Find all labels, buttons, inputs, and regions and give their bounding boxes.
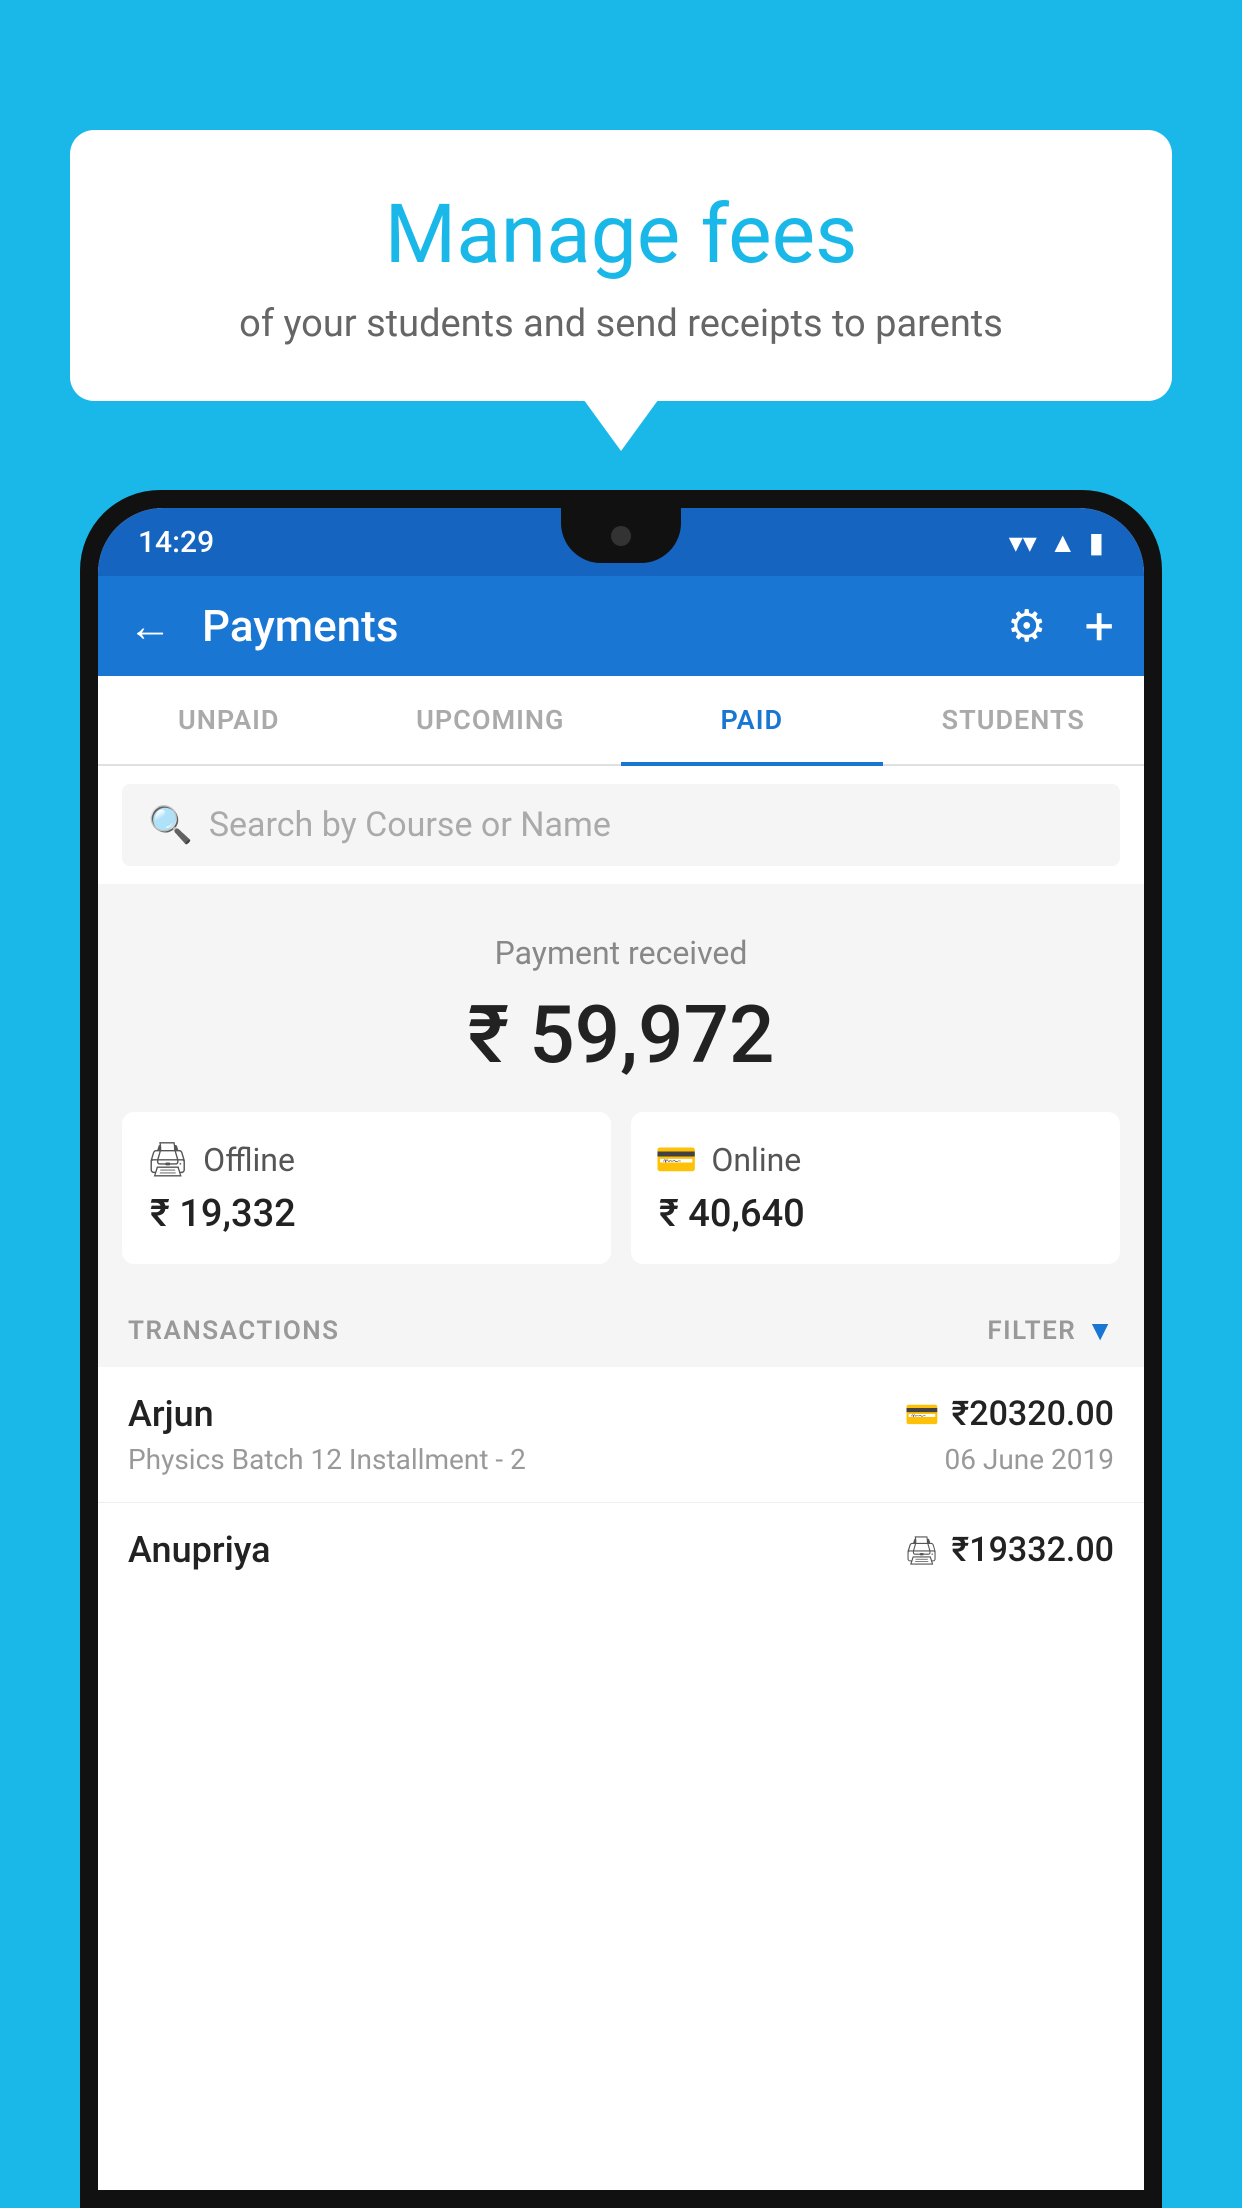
- offline-amount: ₹ 19,332: [150, 1192, 587, 1236]
- transaction-detail: Physics Batch 12 Installment - 2: [128, 1443, 526, 1476]
- filter-button[interactable]: FILTER ▼: [987, 1314, 1114, 1347]
- phone-inner: 14:29 ▾▾ ▲ ▮ ← Payments ⚙ + UNPAID UPCOM…: [98, 508, 1144, 2190]
- filter-label: FILTER: [987, 1316, 1076, 1346]
- payment-received-section: Payment received ₹ 59,972: [98, 884, 1144, 1112]
- tab-paid[interactable]: PAID: [621, 676, 883, 764]
- payment-received-label: Payment received: [98, 934, 1144, 972]
- tab-upcoming[interactable]: UPCOMING: [360, 676, 622, 764]
- search-box[interactable]: 🔍 Search by Course or Name: [122, 784, 1120, 866]
- transaction-row-partial: Anupriya 🖨 ₹19332.00: [98, 1503, 1144, 1595]
- speech-bubble: Manage fees of your students and send re…: [70, 130, 1172, 401]
- transaction-row: Arjun 💳 ₹20320.00 Physics Batch 12 Insta…: [98, 1367, 1144, 1503]
- status-time: 14:29: [138, 525, 214, 560]
- speech-bubble-container: Manage fees of your students and send re…: [70, 130, 1172, 401]
- transaction-amount-row-2: 🖨 ₹19332.00: [904, 1530, 1114, 1570]
- online-card-header: 💳 Online: [655, 1140, 1096, 1180]
- wifi-icon: ▾▾: [1009, 526, 1037, 559]
- tab-students[interactable]: STUDENTS: [883, 676, 1145, 764]
- transaction-name-2: Anupriya: [128, 1529, 271, 1571]
- search-icon: 🔍: [148, 804, 193, 846]
- transactions-header: TRANSACTIONS FILTER ▼: [98, 1294, 1144, 1367]
- camera-dot: [611, 526, 631, 546]
- payment-cards: 🖨 Offline ₹ 19,332 💳 Online ₹ 40,640: [98, 1112, 1144, 1294]
- phone-frame: 14:29 ▾▾ ▲ ▮ ← Payments ⚙ + UNPAID UPCOM…: [80, 490, 1162, 2208]
- settings-button[interactable]: ⚙: [1007, 600, 1046, 652]
- transaction-bottom: Physics Batch 12 Installment - 2 06 June…: [128, 1443, 1114, 1476]
- filter-icon: ▼: [1086, 1314, 1114, 1347]
- bubble-title: Manage fees: [120, 190, 1122, 280]
- app-header: ← Payments ⚙ +: [98, 576, 1144, 676]
- header-title: Payments: [202, 600, 987, 652]
- signal-icon: ▲: [1049, 526, 1077, 559]
- transaction-top: Arjun 💳 ₹20320.00: [128, 1393, 1114, 1435]
- status-icons: ▾▾ ▲ ▮: [1009, 526, 1104, 559]
- add-button[interactable]: +: [1084, 596, 1114, 657]
- transactions-label: TRANSACTIONS: [128, 1316, 340, 1346]
- tabs-bar: UNPAID UPCOMING PAID STUDENTS: [98, 676, 1144, 766]
- battery-icon: ▮: [1089, 526, 1104, 559]
- search-container: 🔍 Search by Course or Name: [98, 766, 1144, 884]
- online-label: Online: [711, 1141, 801, 1179]
- payment-received-amount: ₹ 59,972: [98, 988, 1144, 1082]
- status-bar: 14:29 ▾▾ ▲ ▮: [98, 508, 1144, 576]
- online-icon: 💳: [655, 1140, 697, 1180]
- transaction-name: Arjun: [128, 1393, 214, 1435]
- offline-label: Offline: [203, 1141, 295, 1179]
- transaction-top-2: Anupriya 🖨 ₹19332.00: [128, 1529, 1114, 1571]
- transaction-amount: ₹20320.00: [952, 1394, 1114, 1434]
- online-amount: ₹ 40,640: [659, 1192, 1096, 1236]
- transaction-date: 06 June 2019: [944, 1443, 1114, 1476]
- transaction-type-icon-2: 🖨: [904, 1534, 940, 1567]
- back-button[interactable]: ←: [128, 600, 172, 652]
- offline-icon: 🖨: [146, 1140, 189, 1180]
- search-input[interactable]: Search by Course or Name: [209, 805, 611, 845]
- transaction-amount-row: 💳 ₹20320.00: [905, 1394, 1114, 1434]
- tab-unpaid[interactable]: UNPAID: [98, 676, 360, 764]
- online-card: 💳 Online ₹ 40,640: [631, 1112, 1120, 1264]
- transaction-type-icon: 💳: [905, 1398, 940, 1431]
- transaction-amount-2: ₹19332.00: [952, 1530, 1114, 1570]
- offline-card-header: 🖨 Offline: [146, 1140, 587, 1180]
- bubble-subtitle: of your students and send receipts to pa…: [120, 302, 1122, 346]
- notch: [561, 508, 681, 563]
- offline-card: 🖨 Offline ₹ 19,332: [122, 1112, 611, 1264]
